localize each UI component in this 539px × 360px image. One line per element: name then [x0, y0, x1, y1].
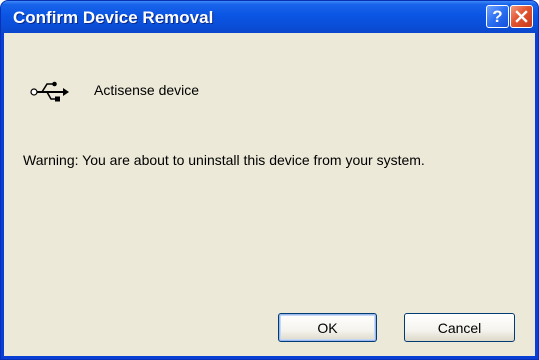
ok-button[interactable]: OK [278, 313, 377, 342]
window-title: Confirm Device Removal [13, 8, 214, 27]
cancel-button[interactable]: Cancel [404, 313, 515, 342]
device-name: Actisense device [94, 82, 200, 98]
usb-icon [30, 81, 69, 102]
warning-message: Warning: You are about to uninstall this… [23, 152, 425, 168]
help-icon: ? [492, 6, 503, 26]
help-button[interactable]: ? [486, 5, 509, 28]
dialog-window: Confirm Device Removal ? Actisense devic… [0, 0, 539, 360]
close-button[interactable] [510, 5, 533, 28]
dialog-body: Actisense device Warning: You are about … [4, 33, 535, 356]
close-icon [515, 10, 528, 23]
title-bar[interactable]: Confirm Device Removal ? [1, 1, 538, 33]
